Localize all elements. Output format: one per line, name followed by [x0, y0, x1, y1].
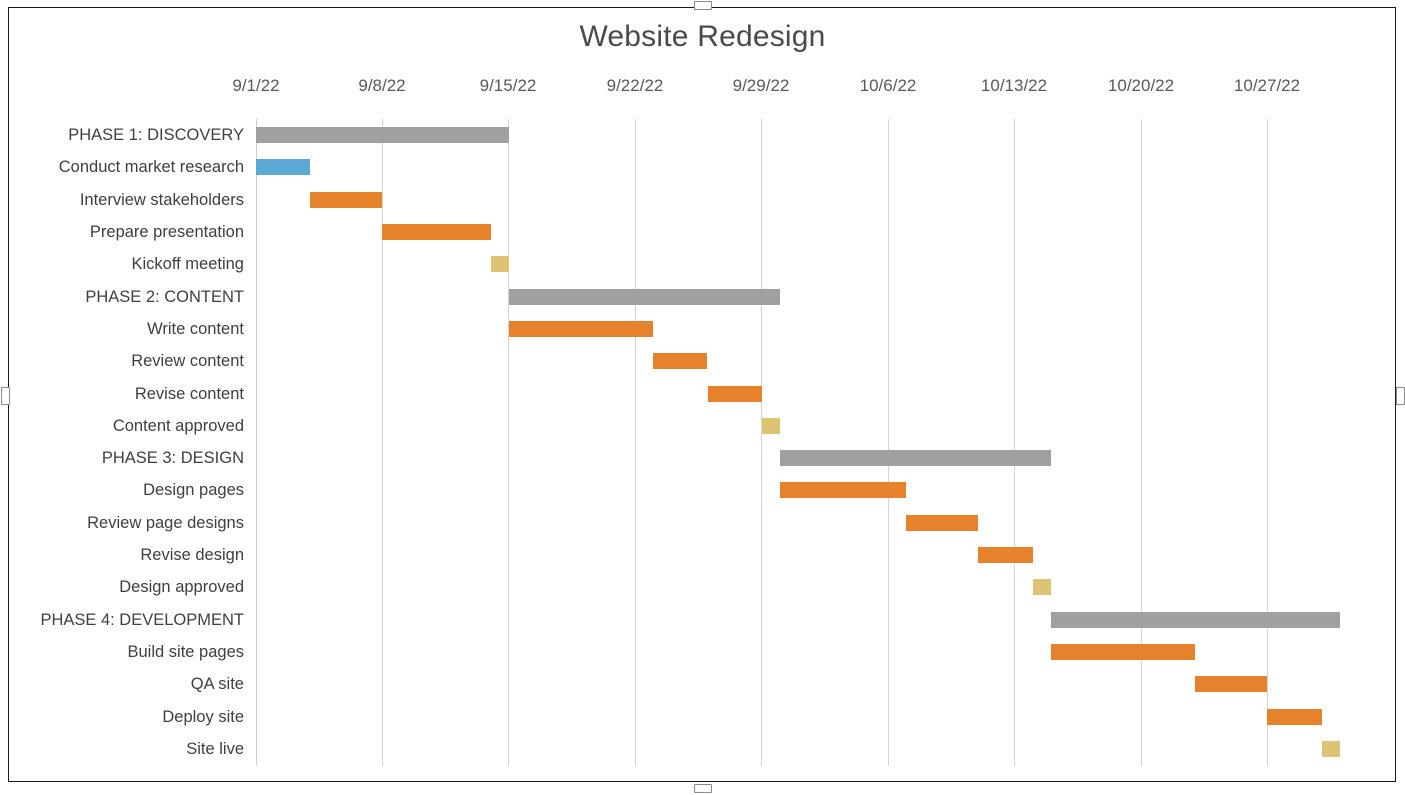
row-label-15: PHASE 4: DEVELOPMENT — [40, 610, 244, 629]
gridline-2 — [508, 119, 509, 766]
x-axis-tick-8: 10/27/22 — [1233, 76, 1301, 95]
gridline-4 — [761, 119, 762, 766]
gantt-bar-3[interactable] — [382, 224, 491, 241]
row-label-3: Prepare presentation — [89, 223, 244, 242]
gantt-bar-14[interactable] — [1032, 579, 1051, 596]
gridline-8 — [1267, 119, 1268, 766]
row-label-4: Kickoff meeting — [131, 255, 244, 274]
row-label-1: Conduct market research — [58, 158, 244, 177]
gantt-plot-area — [256, 119, 1340, 766]
gridline-3 — [635, 119, 636, 766]
gantt-bar-0[interactable] — [256, 127, 509, 144]
gantt-bar-12[interactable] — [906, 514, 979, 531]
row-label-16: Build site pages — [127, 642, 245, 661]
x-axis-tick-2: 9/15/22 — [479, 76, 537, 95]
gantt-bar-2[interactable] — [310, 191, 383, 208]
resize-handle-top[interactable] — [694, 1, 712, 10]
y-axis-category-labels: PHASE 1: DISCOVERY Conduct market researc… — [0, 119, 244, 766]
row-label-13: Revise design — [140, 546, 244, 565]
x-axis-tick-1: 9/8/22 — [358, 76, 406, 95]
chart-screenshot: Website Redesign 9/1/22 9/8/22 9/15/22 9/22… — [0, 0, 1405, 795]
gantt-bar-6[interactable] — [508, 320, 654, 337]
gantt-bar-10[interactable] — [779, 450, 1051, 467]
row-label-11: Design pages — [143, 481, 244, 500]
gantt-bar-8[interactable] — [707, 385, 762, 402]
row-label-17: QA site — [190, 675, 244, 694]
x-axis-tick-0: 9/1/22 — [232, 76, 280, 95]
gantt-bar-19[interactable] — [1321, 740, 1340, 757]
row-label-6: Write content — [147, 319, 244, 338]
row-label-7: Review content — [131, 352, 244, 371]
x-axis-tick-7: 10/20/22 — [1107, 76, 1175, 95]
row-label-14: Design approved — [119, 578, 244, 597]
gantt-bar-11[interactable] — [779, 482, 907, 499]
row-label-9: Content approved — [112, 416, 244, 435]
x-axis-tick-3: 9/22/22 — [606, 76, 664, 95]
gantt-bar-5[interactable] — [508, 288, 780, 305]
gridline-5 — [888, 119, 889, 766]
resize-handle-right[interactable] — [1396, 387, 1405, 405]
x-axis-tick-5: 10/6/22 — [859, 76, 917, 95]
row-label-5: PHASE 2: CONTENT — [85, 287, 244, 306]
gantt-bar-13[interactable] — [978, 547, 1033, 564]
row-label-12: Review page designs — [87, 513, 244, 532]
gantt-bar-9[interactable] — [761, 417, 780, 434]
row-label-2: Interview stakeholders — [79, 190, 244, 209]
gantt-bar-4[interactable] — [490, 256, 509, 273]
row-label-0: PHASE 1: DISCOVERY — [68, 126, 244, 145]
row-label-8: Revise content — [134, 384, 244, 403]
gantt-bar-15[interactable] — [1050, 611, 1340, 628]
gridline-6 — [1014, 119, 1015, 766]
gantt-bar-1[interactable] — [256, 159, 311, 176]
gantt-bar-16[interactable] — [1050, 643, 1196, 660]
chart-title: Website Redesign — [579, 20, 826, 53]
x-axis-tick-6: 10/13/22 — [980, 76, 1048, 95]
row-label-19: Site live — [186, 739, 244, 758]
gantt-bar-17[interactable] — [1195, 676, 1268, 693]
resize-handle-bottom[interactable] — [694, 784, 712, 793]
gridline-0 — [256, 119, 257, 766]
gridline-7 — [1141, 119, 1142, 766]
gantt-bar-7[interactable] — [653, 353, 708, 370]
gantt-bar-18[interactable] — [1267, 708, 1322, 725]
x-axis-tick-4: 9/29/22 — [732, 76, 790, 95]
row-label-10: PHASE 3: DESIGN — [101, 449, 244, 468]
gridline-1 — [382, 119, 383, 766]
row-label-18: Deploy site — [162, 707, 244, 726]
x-axis-tick-labels: 9/1/22 9/8/22 9/15/22 9/22/22 9/29/22 10/6/22… — [0, 76, 1405, 102]
